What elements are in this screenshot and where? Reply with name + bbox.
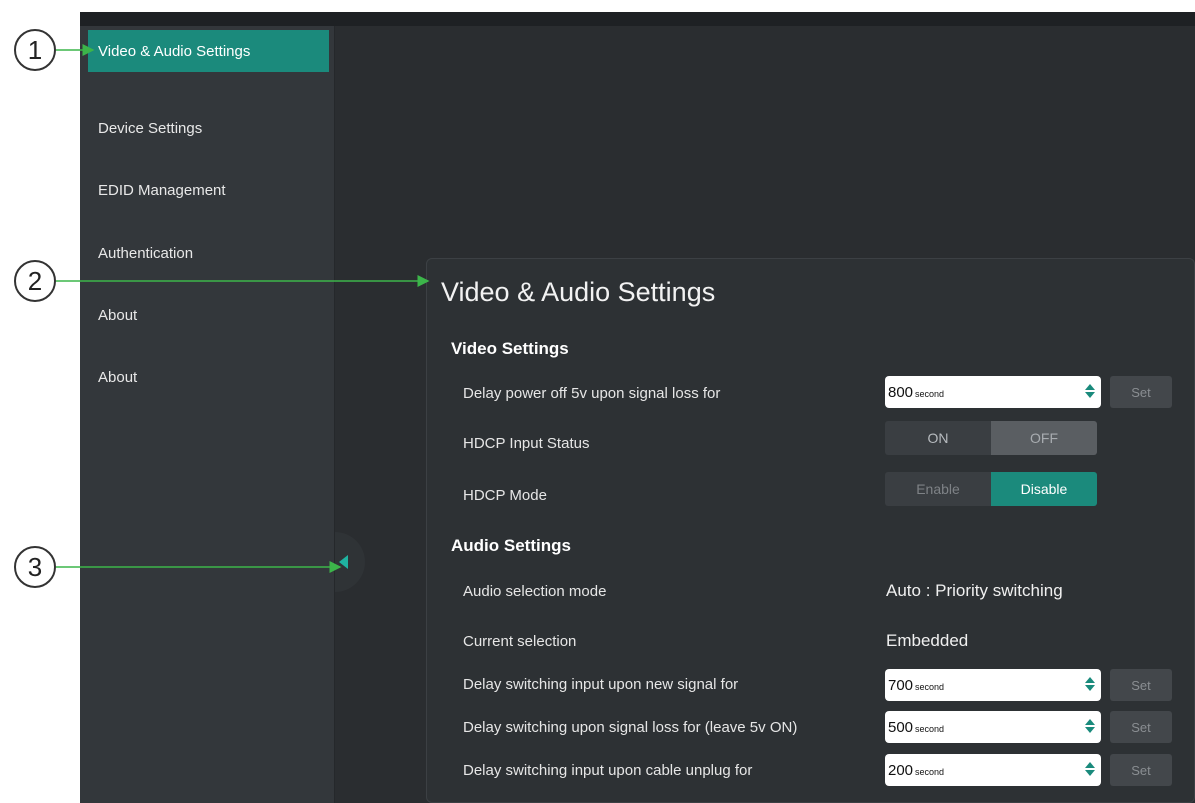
updown-spinner-icon[interactable] [1085,677,1095,693]
audio-selection-mode-value: Auto : Priority switching [886,581,1063,600]
delay-cable-unplug-label: Delay switching input upon cable unplug … [463,762,753,779]
top-bar [80,12,1195,26]
delay-cable-unplug-unit: second [915,767,945,777]
video-settings-heading: Video Settings [451,339,569,358]
audio-settings-heading: Audio Settings [451,536,571,555]
delay-new-signal-set-button[interactable]: Set [1110,669,1172,701]
updown-spinner-icon[interactable] [1085,762,1095,778]
delay-new-signal-label: Delay switching input upon new signal fo… [463,676,739,693]
delay-power-off-unit: second [915,389,945,399]
hdcp-input-status-toggle: ON OFF [885,421,1097,455]
delay-signal-loss-unit: second [915,724,945,734]
delay-cable-unplug-input[interactable]: 200 second [885,754,1101,786]
delay-signal-loss-input[interactable]: 500 second [885,711,1101,743]
sidebar-item-video-audio-settings[interactable]: Video & Audio Settings [88,30,329,72]
sidebar-item-label: Device Settings [98,119,203,137]
delay-power-off-value: 800 [888,383,914,401]
sidebar-item-about[interactable]: About [88,294,329,336]
collapse-sidebar-icon [339,555,348,569]
hdcp-mode-toggle: Enable Disable [885,472,1097,506]
hdcp-input-on-option[interactable]: ON [885,421,991,455]
sidebar-item-label: Video & Audio Settings [98,42,251,60]
sidebar-item-label: Authentication [98,244,194,262]
delay-new-signal-input[interactable]: 700 second [885,669,1101,701]
hdcp-input-status-label: HDCP Input Status [463,435,590,452]
hdcp-mode-enable-option[interactable]: Enable [885,472,991,506]
delay-cable-unplug-set-button[interactable]: Set [1110,754,1172,786]
delay-power-off-input[interactable]: 800 second [885,376,1101,408]
delay-cable-unplug-value: 200 [888,761,914,779]
sidebar-collapse-button[interactable] [335,532,365,592]
sidebar-item-label: About [98,368,138,386]
app-window: Video & Audio Settings Device Settings E… [80,12,1195,803]
current-selection-value: Embedded [886,631,969,650]
sidebar-item-label: About [98,306,138,324]
sidebar-item-about-2[interactable]: About [88,356,329,398]
delay-new-signal-unit: second [915,682,945,692]
audio-selection-mode-label: Audio selection mode [463,583,607,600]
delay-power-off-set-button[interactable]: Set [1110,376,1172,408]
hdcp-input-off-option[interactable]: OFF [991,421,1097,455]
callout-number-2: 2 [14,260,56,302]
sidebar-item-label: EDID Management [98,181,226,199]
delay-power-off-label: Delay power off 5v upon signal loss for [463,385,721,402]
callout-number-3: 3 [14,546,56,588]
updown-spinner-icon[interactable] [1085,719,1095,735]
current-selection-label: Current selection [463,633,577,650]
delay-new-signal-value: 700 [888,676,914,694]
delay-signal-loss-set-button[interactable]: Set [1110,711,1172,743]
delay-signal-loss-label: Delay switching upon signal loss for (le… [463,719,798,736]
sidebar-item-edid-management[interactable]: EDID Management [88,169,329,211]
delay-signal-loss-value: 500 [888,718,914,736]
hdcp-mode-label: HDCP Mode [463,487,547,504]
page-title: Video & Audio Settings [441,277,716,307]
sidebar-item-device-settings[interactable]: Device Settings [88,107,329,149]
updown-spinner-icon[interactable] [1085,384,1095,400]
video-audio-settings-panel: Video & Audio Settings Video Settings De… [426,258,1195,803]
sidebar: Video & Audio Settings Device Settings E… [80,26,335,803]
hdcp-mode-disable-option[interactable]: Disable [991,472,1097,506]
callout-number-1: 1 [14,29,56,71]
sidebar-item-authentication[interactable]: Authentication [88,232,329,274]
